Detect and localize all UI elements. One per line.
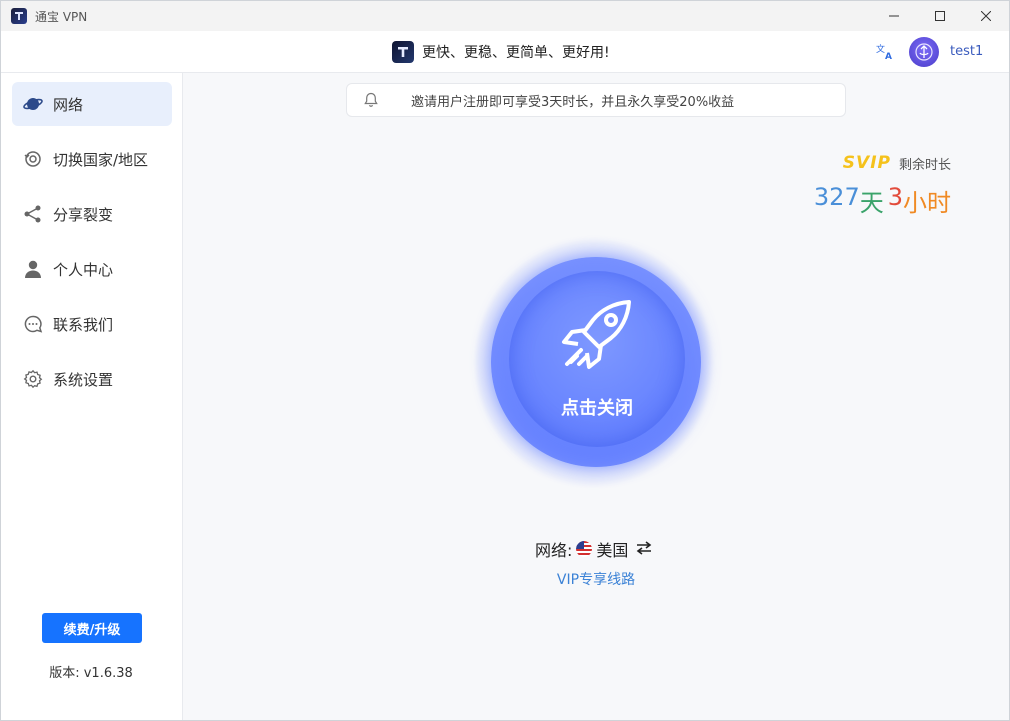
us-flag-icon [576, 541, 593, 557]
connect-button[interactable]: 点击关闭 [509, 271, 685, 447]
sidebar-item-label: 联系我们 [53, 315, 114, 334]
bell-icon [363, 92, 379, 108]
network-label: 网络: [535, 541, 573, 560]
user-icon [23, 259, 43, 279]
remaining-hours: 3 [887, 183, 903, 211]
sidebar-item-profile[interactable]: 个人中心 [12, 247, 172, 291]
close-button[interactable] [963, 1, 1009, 31]
connect-button-label: 点击关闭 [561, 398, 633, 419]
minimize-button[interactable] [871, 1, 917, 31]
remaining-time-label: 剩余时长 [898, 157, 951, 173]
planet-icon [23, 94, 43, 114]
slogan-text: 更快、更稳、更简单、更好用! [422, 45, 610, 61]
app-window: 通宝 VPN 更快、更稳、更简单、更好用! 文 A test1 网络 切换国家/… [0, 0, 1010, 721]
swap-icon[interactable] [636, 540, 652, 559]
maximize-button[interactable] [917, 1, 963, 31]
svg-text:A: A [885, 52, 892, 61]
days-unit: 天 [859, 189, 884, 217]
version-label: 版本: v1.6.38 [49, 666, 133, 681]
network-selector[interactable]: 网络: 美国 [535, 537, 652, 561]
network-country: 美国 [596, 541, 629, 560]
connect-orb[interactable]: 点击关闭 [471, 235, 721, 495]
username[interactable]: test1 [950, 44, 983, 59]
brand-logo-icon [392, 41, 414, 63]
chat-icon [23, 314, 43, 334]
avatar[interactable] [909, 37, 939, 67]
svg-text:文: 文 [876, 43, 885, 55]
sidebar-item-switch-region[interactable]: 切换国家/地区 [12, 137, 172, 181]
translate-icon[interactable]: 文 A [875, 41, 895, 62]
title-bar: 通宝 VPN [1, 1, 1009, 31]
share-icon [23, 204, 43, 224]
sidebar-item-label: 分享裂变 [53, 205, 114, 224]
svip-row: SVIP 剩余时长 [843, 153, 951, 173]
hours-unit: 小时 [903, 189, 951, 217]
sidebar-item-label: 网络 [53, 95, 84, 114]
sidebar-item-network[interactable]: 网络 [12, 82, 172, 126]
remaining-time: 327 天 3 小时 [814, 183, 951, 218]
gear-icon [23, 369, 43, 389]
globe-switch-icon [23, 149, 43, 169]
sidebar-item-label: 系统设置 [53, 370, 114, 389]
window-title: 通宝 VPN [35, 9, 88, 24]
notice-text: 邀请用户注册即可享受3天时长，并且永久享受20%收益 [411, 94, 735, 110]
sidebar-item-contact[interactable]: 联系我们 [12, 302, 172, 346]
notice-bar: 邀请用户注册即可享受3天时长，并且永久享受20%收益 [346, 83, 846, 117]
vip-line-link[interactable]: VIP专享线路 [183, 569, 1009, 589]
sidebar-item-label: 切换国家/地区 [53, 150, 149, 169]
sidebar: 网络 切换国家/地区 分享裂变 个人中心 联系我们 系统设置 续费/升级 版本:… [1, 73, 183, 720]
sidebar-item-share[interactable]: 分享裂变 [12, 192, 172, 236]
sidebar-item-label: 个人中心 [53, 260, 114, 279]
remaining-days: 327 [813, 183, 860, 211]
svip-badge: SVIP [842, 153, 891, 173]
main-panel: 邀请用户注册即可享受3天时长，并且永久享受20%收益 SVIP 剩余时长 327… [183, 73, 1009, 720]
slogan: 更快、更稳、更简单、更好用! [392, 41, 610, 63]
sidebar-item-settings[interactable]: 系统设置 [12, 357, 172, 401]
app-logo-icon [11, 8, 27, 24]
header-bar: 更快、更稳、更简单、更好用! 文 A test1 [1, 31, 1009, 73]
renew-upgrade-button[interactable]: 续费/升级 [42, 613, 142, 643]
rocket-icon [559, 298, 635, 376]
